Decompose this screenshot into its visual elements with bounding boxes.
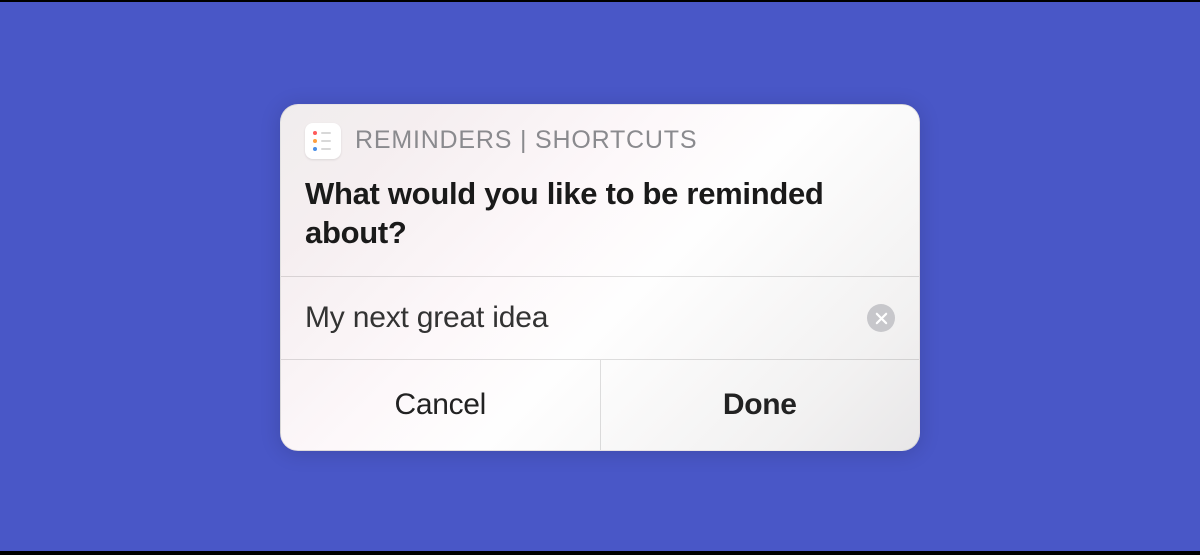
reminder-input-row[interactable]: My next great idea — [281, 276, 919, 360]
close-icon — [875, 312, 888, 325]
reminders-app-icon — [305, 123, 341, 159]
dialog-button-row: Cancel Done — [281, 360, 919, 450]
reminder-input[interactable]: My next great idea — [305, 301, 851, 335]
dialog-prompt-text: What would you like to be reminded about… — [281, 165, 919, 277]
done-button[interactable]: Done — [601, 360, 920, 450]
reminder-prompt-dialog: REMINDERS | SHORTCUTS What would you lik… — [280, 104, 920, 452]
dialog-header: REMINDERS | SHORTCUTS — [281, 105, 919, 165]
cancel-button[interactable]: Cancel — [281, 360, 601, 450]
dialog-app-title: REMINDERS | SHORTCUTS — [355, 126, 697, 155]
clear-input-button[interactable] — [867, 304, 895, 332]
